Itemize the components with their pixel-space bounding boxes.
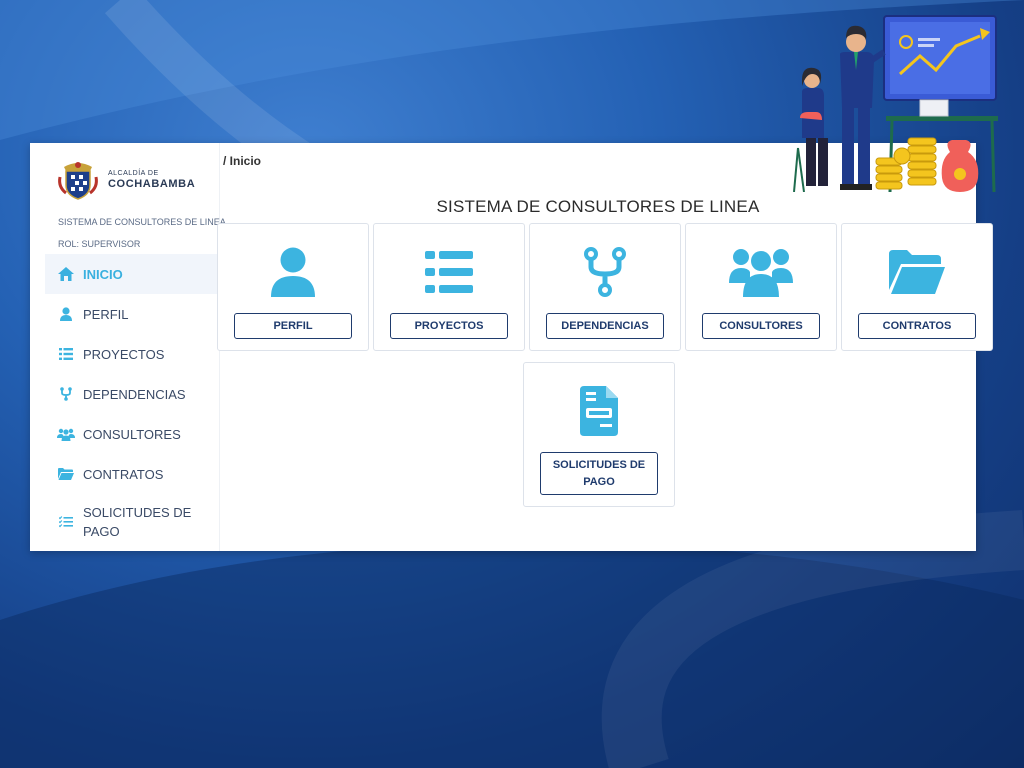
sidebar-item-label: DEPENDENCIAS — [83, 386, 186, 402]
sidebar-item-label: CONSULTORES — [83, 426, 181, 442]
home-icon — [57, 265, 75, 283]
page-title: SISTEMA DE CONSULTORES DE LINEA — [436, 197, 760, 216]
sidebar-item-label: SOLICITUDES DE PAGO — [83, 505, 192, 539]
list-icon — [374, 244, 524, 300]
sidebar-item-label: PROYECTOS — [83, 346, 165, 362]
card-consultores: CONSULTORES — [685, 223, 837, 351]
sidebar-item-proyectos[interactable]: PROYECTOS — [45, 334, 220, 374]
sidebar-item-dependencias[interactable]: DEPENDENCIAS — [45, 374, 220, 414]
user-icon — [57, 305, 75, 323]
contratos-button[interactable]: CONTRATOS — [858, 313, 976, 339]
sidebar-item-label: CONTRATOS — [83, 466, 164, 482]
users-icon — [57, 425, 75, 443]
user-role: ROL: SUPERVISOR — [58, 239, 141, 249]
logo-big-text: COCHABAMBA — [108, 178, 196, 190]
proyectos-button[interactable]: PROYECTOS — [390, 313, 508, 339]
folder-icon — [842, 244, 992, 300]
sidebar-item-consultores[interactable]: CONSULTORES — [45, 414, 220, 454]
sidebar-item-contratos[interactable]: CONTRATOS — [45, 454, 220, 494]
sidebar: ALCALDÍA DE COCHABAMBA SISTEMA DE CONSUL… — [30, 143, 226, 551]
card-perfil: PERFIL — [217, 223, 369, 351]
consultores-button[interactable]: CONSULTORES — [702, 313, 820, 339]
dependencias-button[interactable]: DEPENDENCIAS — [546, 313, 664, 339]
sidebar-item-label: PERFIL — [83, 306, 129, 322]
sidebar-nav: INICIO PERFIL PROYECTOS DEPENDENCIAS CON… — [45, 254, 220, 550]
sidebar-item-label: INICIO — [83, 266, 123, 282]
sidebar-item-solicitudes-de-pago[interactable]: SOLICITUDES DE PAGO — [45, 494, 220, 550]
branch-icon — [57, 385, 75, 403]
app-window: ALCALDÍA DE COCHABAMBA SISTEMA DE CONSUL… — [30, 143, 993, 551]
card-contratos: CONTRATOS — [841, 223, 993, 351]
business-illustration — [793, 15, 998, 192]
sidebar-item-perfil[interactable]: PERFIL — [45, 294, 220, 334]
card-proyectos: PROYECTOS — [373, 223, 525, 351]
solicitudes-de-pago-button[interactable]: SOLICITUDES DE PAGO — [540, 452, 658, 495]
user-icon — [218, 244, 368, 300]
folder-icon — [57, 465, 75, 483]
document-icon — [524, 383, 674, 439]
logo: ALCALDÍA DE COCHABAMBA — [56, 157, 195, 201]
breadcrumb: / Inicio — [223, 154, 262, 168]
system-name: SISTEMA DE CONSULTORES DE LINEA — [58, 217, 226, 227]
checklist-icon — [57, 513, 75, 531]
perfil-button[interactable]: PERFIL — [234, 313, 352, 339]
card-dependencias: DEPENDENCIAS — [529, 223, 681, 351]
list-icon — [57, 345, 75, 363]
users-icon — [686, 244, 836, 300]
sidebar-item-inicio[interactable]: INICIO — [45, 254, 220, 294]
card-solicitudes-de-pago: SOLICITUDES DE PAGO — [523, 362, 675, 507]
branch-icon — [530, 244, 680, 300]
main-content: / Inicio SISTEMA DE CONSULTORES DE LINEA… — [217, 143, 993, 551]
coat-of-arms-icon — [58, 162, 98, 200]
